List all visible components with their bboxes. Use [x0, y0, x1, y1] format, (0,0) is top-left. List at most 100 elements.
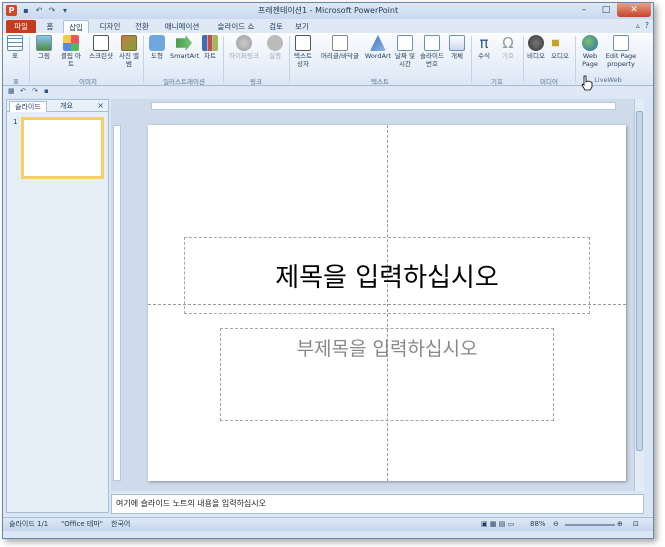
object-icon	[449, 35, 465, 51]
group-label-links: 링크	[250, 78, 262, 86]
equation-button[interactable]: π 수식	[473, 35, 495, 60]
group-label-media: 미디어	[540, 78, 558, 86]
zoom-in-icon[interactable]: ⊕	[617, 518, 623, 531]
shapes-icon	[149, 35, 165, 51]
save-small-icon[interactable]: ▪	[44, 87, 49, 95]
tab-insert[interactable]: 삽입	[63, 20, 89, 33]
audio-button[interactable]: 오디오	[549, 35, 571, 60]
scrollbar-thumb[interactable]	[636, 111, 643, 451]
photo-album-button[interactable]: 사진 앨범	[117, 35, 141, 68]
close-button[interactable]: ✕	[617, 3, 651, 17]
clipart-icon	[63, 35, 79, 51]
textbox-button[interactable]: 텍스트 상자	[291, 35, 315, 68]
shapes-button[interactable]: 도형	[146, 35, 168, 60]
close-panel-icon[interactable]: ×	[97, 100, 104, 112]
zoom-level[interactable]: 88%	[530, 518, 546, 531]
minimize-ribbon-icon[interactable]: ▵	[636, 21, 640, 30]
chart-button[interactable]: 차트	[200, 35, 220, 60]
tab-file[interactable]: 파일	[6, 20, 36, 33]
picture-button[interactable]: 그림	[33, 35, 55, 60]
status-slide: 슬라이드 1/1	[9, 520, 49, 528]
hyperlink-icon	[236, 35, 252, 51]
tab-review[interactable]: 검토	[265, 20, 287, 33]
minimize-button[interactable]: –	[573, 3, 595, 17]
tab-transitions[interactable]: 전환	[131, 20, 153, 33]
action-button[interactable]: 실행	[265, 35, 285, 60]
clipart-button[interactable]: 클립 아트	[59, 35, 83, 68]
edit-page-property-button[interactable]: Edit Page property	[605, 35, 637, 68]
screenshot-icon	[93, 35, 109, 51]
smartart-button[interactable]: SmartArt	[170, 35, 199, 60]
hand-cursor-icon	[581, 75, 593, 91]
date-time-icon	[397, 35, 413, 51]
window-title: 프레젠테이션1 - Microsoft PowerPoint	[257, 6, 399, 15]
grid-icon[interactable]: ▦	[8, 87, 15, 95]
object-button[interactable]: 개체	[447, 35, 467, 60]
tab-slideshow[interactable]: 슬라이드 쇼	[211, 20, 261, 33]
title-bar: P ▪ ↶ ↷ ▾ 프레젠테이션1 - Microsoft PowerPoint…	[3, 3, 653, 19]
tab-slides[interactable]: 슬라이드	[9, 101, 47, 112]
group-label-images: 이미지	[79, 78, 97, 86]
ruler-toolbar: ▦ ↶ ↷ ▪	[3, 87, 653, 97]
slide-canvas[interactable]: 제목을 입력하십시오 부제목을 입력하십시오	[148, 125, 626, 481]
slide-edit-area: 제목을 입력하십시오 부제목을 입력하십시오	[111, 99, 644, 491]
date-time-button[interactable]: 날짜 및 시간	[393, 35, 417, 68]
ribbon-tabs: 파일 홈 삽입 디자인 전환 애니메이션 슬라이드 쇼 검토 보기 ▵ ?	[3, 19, 653, 33]
notes-pane[interactable]: 여기에 슬라이드 노트의 내용을 입력하십시오	[111, 494, 644, 514]
undo-small-icon[interactable]: ↶	[20, 87, 26, 95]
edit-page-icon	[613, 35, 629, 51]
title-placeholder[interactable]: 제목을 입력하십시오	[184, 237, 590, 314]
zoom-slider[interactable]	[565, 524, 615, 526]
subtitle-placeholder[interactable]: 부제목을 입력하십시오	[220, 328, 554, 421]
smartart-icon	[176, 35, 192, 51]
maximize-button[interactable]: □	[595, 3, 617, 17]
chart-icon	[202, 35, 218, 51]
header-footer-button[interactable]: 머리글/바닥글	[317, 35, 363, 60]
reading-view-icon[interactable]: ▤	[499, 520, 506, 528]
symbol-button[interactable]: Ω 기호	[497, 35, 519, 60]
video-icon	[528, 35, 544, 51]
slide-number-label: 1	[13, 118, 18, 126]
wordart-button[interactable]: WordArt	[364, 35, 392, 60]
redo-small-icon[interactable]: ↷	[32, 87, 38, 95]
web-page-icon	[582, 35, 598, 51]
tab-view[interactable]: 보기	[291, 20, 313, 33]
slides-list: 1	[7, 112, 108, 512]
help-icon[interactable]: ?	[645, 21, 649, 30]
header-footer-icon	[332, 35, 348, 51]
video-button[interactable]: 비디오	[525, 35, 547, 60]
ribbon-insert: 표 그림 클립 아트 스크린샷 사진 앨범 이미지 표 도형 SmartArt …	[3, 33, 653, 86]
normal-view-icon[interactable]: ▣	[481, 520, 488, 528]
photo-album-icon	[121, 35, 137, 51]
slide-sorter-icon[interactable]: ▦	[490, 520, 497, 528]
status-language[interactable]: 한국어	[111, 518, 130, 531]
hyperlink-button[interactable]: 하이퍼링크	[225, 35, 263, 60]
slide-number-icon	[424, 35, 440, 51]
slide-thumbnail[interactable]	[21, 117, 104, 179]
fit-to-window-icon[interactable]: ⊡	[633, 518, 639, 531]
slides-panel-tabs: 슬라이드 개요 ×	[7, 100, 108, 112]
action-icon	[267, 35, 283, 51]
wordart-icon	[370, 35, 386, 51]
zoom-out-icon[interactable]: ⊖	[553, 518, 559, 531]
vertical-scrollbar[interactable]	[634, 99, 644, 491]
group-label-text: 텍스트	[371, 78, 389, 86]
powerpoint-window: P ▪ ↶ ↷ ▾ 프레젠테이션1 - Microsoft PowerPoint…	[2, 2, 654, 539]
slide-number-button[interactable]: 슬라이드 번호	[418, 35, 446, 68]
tab-animations[interactable]: 애니메이션	[157, 20, 207, 33]
status-theme: "Office 테마"	[61, 520, 103, 528]
view-buttons: ▣ ▦ ▤ ▭	[481, 518, 514, 531]
tab-outline[interactable]: 개요	[55, 101, 78, 112]
picture-icon	[36, 35, 52, 51]
web-page-button[interactable]: Web Page	[577, 35, 603, 68]
equation-icon: π	[479, 34, 489, 52]
group-label-symbols: 기호	[491, 78, 503, 86]
status-bar: 슬라이드 1/1 "Office 테마" 한국어 ▣ ▦ ▤ ▭ 88% ⊖ ⊕…	[3, 517, 653, 531]
group-label-table: 표	[13, 78, 19, 86]
screenshot-button[interactable]: 스크린샷	[87, 35, 115, 60]
table-button[interactable]: 표	[6, 35, 24, 60]
tab-home[interactable]: 홈	[39, 20, 61, 33]
tab-design[interactable]: 디자인	[93, 20, 127, 33]
ribbon-right-controls: ▵ ?	[636, 21, 649, 30]
slideshow-view-icon[interactable]: ▭	[508, 520, 515, 528]
